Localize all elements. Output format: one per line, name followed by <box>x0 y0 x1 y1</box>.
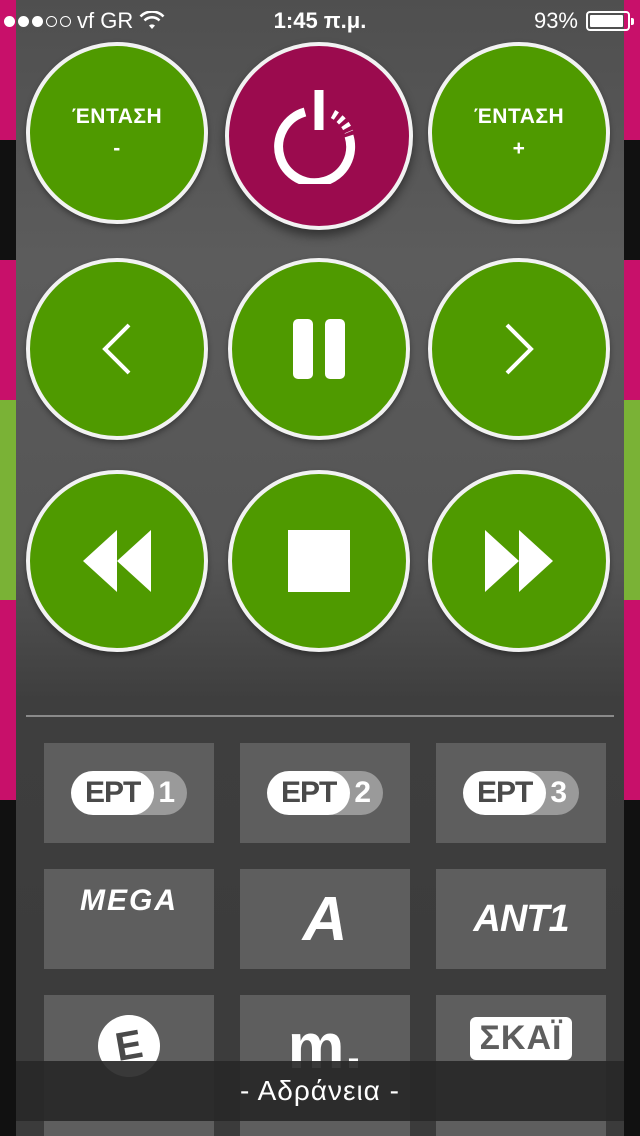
channel-ert3[interactable]: ΕΡΤ 3 <box>436 743 606 843</box>
rewind-button[interactable] <box>26 470 208 652</box>
ert1-logo: ΕΡΤ 1 <box>70 771 188 815</box>
volume-up-sign: + <box>512 137 526 160</box>
channel-mega[interactable]: MEGA <box>44 869 214 969</box>
ert3-logo: ΕΡΤ 3 <box>462 771 580 815</box>
status-bar: vf GR 1:45 π.μ. 93% <box>0 0 640 40</box>
volume-up-button[interactable]: ΈΝΤΑΣΗ + <box>428 42 610 224</box>
channel-ant1[interactable]: ANT1 <box>436 869 606 969</box>
pause-icon <box>293 319 345 379</box>
power-button[interactable] <box>225 42 413 230</box>
alpha-logo: A <box>302 884 348 954</box>
ert2-logo: ΕΡΤ 2 <box>266 771 384 815</box>
mega-logo: MEGA <box>80 884 178 917</box>
idle-status-bar: - Αδράνεια - <box>16 1061 624 1121</box>
background-right-edge <box>622 0 640 1136</box>
stop-icon <box>288 530 350 592</box>
stop-button[interactable] <box>228 470 410 652</box>
ant1-logo: ANT1 <box>473 897 569 940</box>
power-icon <box>274 90 356 184</box>
idle-label: - Αδράνεια - <box>240 1075 400 1106</box>
channel-alpha[interactable]: A <box>240 869 410 969</box>
previous-button[interactable] <box>26 258 208 440</box>
fast-forward-button[interactable] <box>428 470 610 652</box>
volume-down-button[interactable]: ΈΝΤΑΣΗ - <box>26 42 208 224</box>
skai-logo: ΣΚΑΪ <box>469 1017 573 1060</box>
rewind-icon <box>83 530 151 592</box>
chevron-right-icon <box>505 323 534 375</box>
pause-button[interactable] <box>228 258 410 440</box>
volume-up-title: ΈΝΤΑΣΗ <box>473 105 565 128</box>
volume-down-sign: - <box>113 137 121 160</box>
section-divider <box>26 715 614 717</box>
battery-status: 93% <box>533 8 634 34</box>
channel-ert2[interactable]: ΕΡΤ 2 <box>240 743 410 843</box>
battery-icon <box>586 11 634 31</box>
channel-ert1[interactable]: ΕΡΤ 1 <box>44 743 214 843</box>
volume-down-title: ΈΝΤΑΣΗ <box>71 105 163 128</box>
battery-percent: 93% <box>533 8 578 33</box>
next-button[interactable] <box>428 258 610 440</box>
chevron-left-icon <box>102 323 131 375</box>
fast-forward-icon <box>485 530 553 592</box>
